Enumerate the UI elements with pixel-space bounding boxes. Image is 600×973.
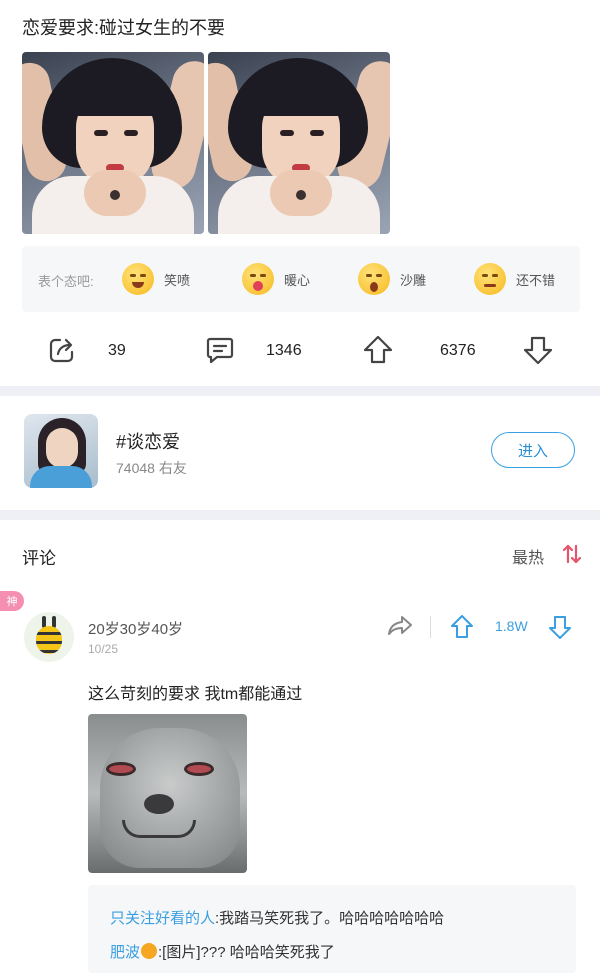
heart-hug-emoji-icon (242, 263, 274, 295)
comment-image[interactable] (88, 714, 247, 873)
reaction-warm[interactable]: 暖心 (242, 262, 310, 296)
downvote-button[interactable] (522, 334, 554, 366)
topic-member-count: 74048 右友 (116, 460, 187, 476)
arrow-down-icon[interactable] (548, 614, 572, 640)
post-action-bar: 39 1346 6376 (0, 328, 600, 374)
share-icon[interactable] (386, 614, 414, 638)
reaction-label: 暖心 (284, 272, 311, 288)
share-icon (49, 338, 74, 363)
comment-username[interactable]: 20岁30岁40岁 (88, 618, 183, 639)
reply-text: :我踏马笑死我了。哈哈哈哈哈哈哈 (215, 910, 445, 927)
topic-name[interactable]: #谈恋爱 (116, 428, 180, 454)
avatar[interactable] (24, 612, 74, 662)
vertical-divider (430, 616, 431, 638)
post-title: 恋爱要求:碰过女生的不要 (22, 18, 225, 38)
comments-title: 评论 (22, 549, 56, 568)
comment-date: 10/25 (88, 642, 119, 656)
reply-item[interactable]: 肥波 :[图片]??? 哈哈哈笑死我了 (110, 941, 335, 962)
smirk-emoji-icon (474, 263, 506, 295)
post-image-2[interactable] (208, 52, 390, 234)
reaction-prompt: 表个态吧: (38, 274, 94, 289)
god-comment-badge: 神 (0, 591, 24, 611)
laugh-cry-emoji-icon (122, 263, 154, 295)
reaction-silly[interactable]: 沙雕 (358, 262, 426, 296)
comment-text: 这么苛刻的要求 我tm都能通过 (88, 686, 303, 703)
reaction-label: 沙雕 (400, 272, 427, 288)
comments-header: 评论 最热 (0, 528, 600, 580)
reply-preview-box[interactable]: 只关注好看的人:我踏马笑死我了。哈哈哈哈哈哈哈 肥波 :[图片]??? 哈哈哈笑死… (88, 885, 576, 973)
reaction-not-bad[interactable]: 还不错 (474, 262, 555, 296)
dog-emoji-icon (141, 943, 158, 959)
reply-item[interactable]: 只关注好看的人:我踏马笑死我了。哈哈哈哈哈哈哈 (110, 907, 444, 928)
comment-count: 1346 (266, 342, 302, 359)
arrow-up-icon (363, 335, 393, 364)
arrow-down-icon (523, 336, 553, 365)
reaction-laugh[interactable]: 笑喷 (122, 262, 190, 296)
reply-text: :[图片]??? 哈哈哈笑死我了 (158, 944, 335, 961)
share-count: 39 (108, 342, 126, 359)
reply-username[interactable]: 肥波 (110, 944, 140, 961)
sort-icon[interactable] (562, 542, 582, 566)
enter-topic-button[interactable]: 进入 (491, 432, 575, 468)
reaction-bar: 表个态吧: 笑喷 暖心 沙雕 还不错 (22, 246, 580, 312)
reply-username[interactable]: 只关注好看的人 (110, 910, 215, 927)
sort-label[interactable]: 最热 (512, 544, 544, 568)
comment-icon (206, 337, 234, 364)
comment-button[interactable] (204, 334, 236, 366)
reaction-label: 笑喷 (164, 272, 191, 288)
share-button[interactable] (46, 334, 78, 366)
comment-like-count: 1.8W (495, 618, 528, 634)
section-divider (0, 386, 600, 396)
reaction-label: 还不错 (516, 272, 556, 288)
silly-face-emoji-icon (358, 263, 390, 295)
upvote-button[interactable] (362, 334, 394, 366)
upvote-count: 6376 (440, 342, 476, 359)
arrow-up-icon[interactable] (450, 614, 474, 640)
section-divider (0, 510, 600, 520)
topic-card: #谈恋爱 74048 右友 进入 (0, 398, 600, 508)
topic-avatar[interactable] (24, 414, 98, 488)
post-image-1[interactable] (22, 52, 204, 234)
